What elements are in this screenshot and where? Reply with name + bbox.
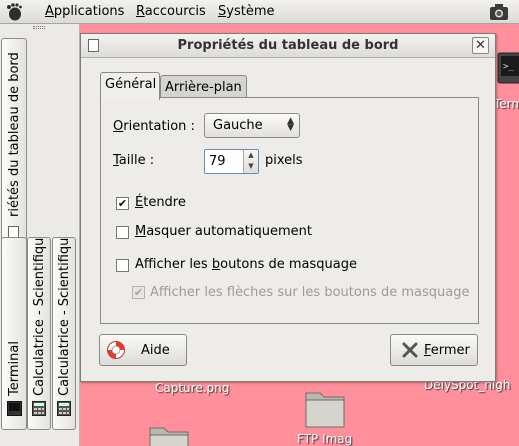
- desktop-icon-label: Termi: [494, 97, 519, 111]
- help-button-label: Aide: [141, 343, 170, 358]
- close-x-icon: [402, 342, 418, 358]
- tab-label: Général: [105, 77, 157, 92]
- screenshot-camera-icon[interactable]: [488, 2, 510, 26]
- left-vertical-panel: riétés du tableau de bord Terminal Calcu…: [0, 24, 80, 446]
- autohide-checkbox[interactable]: [116, 226, 129, 239]
- close-button[interactable]: Fermer: [390, 334, 478, 366]
- taskbar-button-panel-properties[interactable]: riétés du tableau de bord: [1, 38, 27, 256]
- size-unit: pixels: [265, 153, 303, 168]
- tab-label: Arrière-plan: [165, 80, 242, 95]
- expand-checkbox[interactable]: ✔: [116, 197, 129, 210]
- gnome-foot-icon[interactable]: [4, 2, 24, 26]
- svg-text:>_: >_: [503, 62, 514, 72]
- size-value: 79: [209, 154, 226, 169]
- show-arrows-checkbox[interactable]: ✔: [132, 286, 145, 299]
- hide-buttons-label[interactable]: Afficher les boutons de masquage: [135, 257, 357, 272]
- panel-drag-handle[interactable]: [33, 26, 45, 29]
- taskbar-button-label: Calculatrice - Scientifique: [57, 237, 72, 396]
- dialog-titlebar[interactable]: Propriétés du tableau de bord ✕: [81, 34, 495, 58]
- folder-icon[interactable]: [147, 425, 191, 446]
- autohide-label[interactable]: Masquer automatiquement: [135, 224, 312, 239]
- taskbar-button-label: riétés du tableau de bord: [7, 52, 22, 217]
- dialog-title: Propriétés du tableau de bord: [177, 38, 399, 53]
- combo-arrows-icon: ▲ ▼: [287, 116, 294, 133]
- show-arrows-label: Afficher les flèches sur les boutons de …: [150, 285, 470, 300]
- taskbar-button-label: Terminal: [7, 341, 22, 396]
- terminal-icon: >_: [497, 52, 519, 84]
- taskbar-button-label: Calculatrice - Scientifique: [32, 237, 47, 396]
- taskbar-button-terminal[interactable]: Terminal: [1, 237, 27, 430]
- menu-applications[interactable]: Applications: [45, 4, 124, 19]
- desktop-icon-label: Capture.png: [155, 381, 230, 395]
- top-panel: Applications Raccourcis Système: [0, 0, 519, 24]
- orientation-value: Gauche: [213, 118, 263, 133]
- close-button-label: Fermer: [424, 343, 470, 358]
- spin-arrows-icon[interactable]: ▲ ▼: [243, 150, 258, 173]
- orientation-combo[interactable]: Gauche ▲ ▼: [204, 113, 300, 138]
- hide-buttons-checkbox[interactable]: [116, 259, 129, 272]
- taskbar-button-calculator-2[interactable]: Calculatrice - Scientifique: [52, 237, 76, 430]
- size-label: Taille :: [113, 153, 155, 168]
- expand-label[interactable]: Étendre: [135, 195, 186, 210]
- lifebuoy-help-icon: [107, 341, 125, 359]
- menu-raccourcis[interactable]: Raccourcis: [136, 4, 206, 19]
- close-window-button[interactable]: ✕: [472, 37, 489, 54]
- panel-properties-dialog: Propriétés du tableau de bord ✕ Général …: [80, 33, 496, 382]
- terminal-icon: [7, 401, 22, 416]
- taskbar-button-calculator-1[interactable]: Calculatrice - Scientifique: [27, 237, 51, 430]
- menu-systeme[interactable]: Système: [218, 4, 275, 19]
- calculator-icon: [57, 401, 71, 416]
- help-button[interactable]: Aide: [99, 334, 187, 366]
- orientation-label: Orientation :: [113, 119, 195, 134]
- size-spinbutton[interactable]: 79 ▲ ▼: [204, 149, 259, 174]
- folder-icon: [305, 392, 345, 428]
- desktop-icon-label: FTP Imag: [297, 432, 353, 446]
- tab-general[interactable]: Général: [100, 72, 160, 100]
- calculator-icon: [32, 401, 46, 416]
